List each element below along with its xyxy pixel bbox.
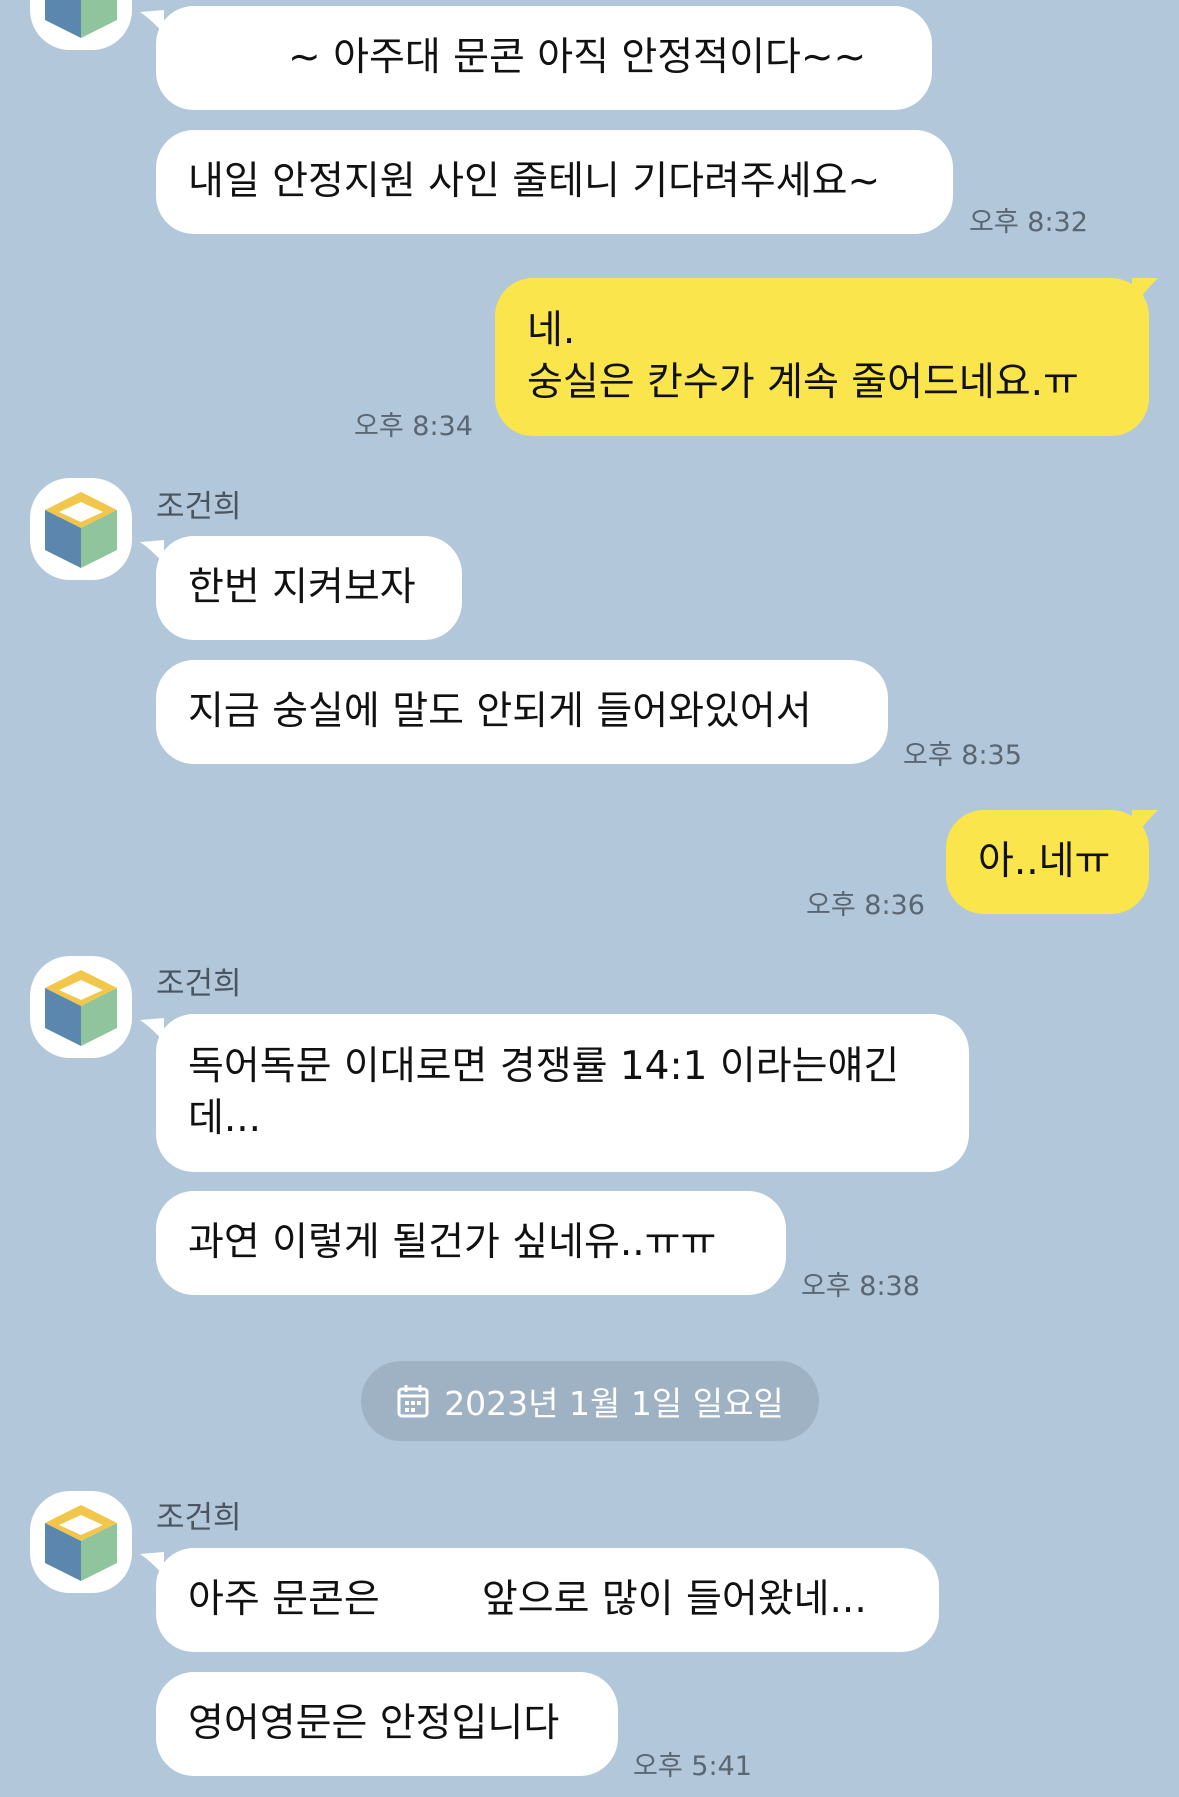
message-text: 데...	[188, 1096, 262, 1141]
cube-icon	[45, 492, 117, 568]
sender-avatar[interactable]	[30, 1491, 132, 1593]
bubble-tail	[1132, 810, 1158, 840]
redacted-area	[379, 1580, 482, 1620]
message-bubble[interactable]: ~ 아주대 문콘 아직 안정적이다~~	[156, 6, 932, 110]
message-text: 아..네ㅠ	[978, 839, 1111, 884]
message-text: 앞으로 많이 들어왔네...	[481, 1577, 867, 1622]
message-bubble[interactable]: 독어독문 이대로면 경쟁률 14:1 이라는얘긴 데...	[156, 1014, 969, 1172]
cube-icon	[45, 1505, 117, 1581]
message-bubble[interactable]: 아..네ㅠ	[946, 810, 1149, 914]
message-text: 아주 문콘은	[188, 1577, 380, 1622]
message-bubble[interactable]: 네. 숭실은 칸수가 계속 줄어드네요.ㅠ	[495, 278, 1149, 436]
bubble-tail	[1132, 278, 1158, 308]
message-time: 오후 8:34	[354, 411, 473, 442]
cube-icon	[45, 970, 117, 1046]
date-divider: 2023년 1월 1일 일요일	[361, 1361, 819, 1441]
sender-avatar[interactable]	[30, 0, 132, 50]
sender-avatar[interactable]	[30, 478, 132, 580]
message-time: 오후 8:38	[801, 1271, 920, 1302]
message-text: 영어영문은 안정입니다	[188, 1701, 560, 1746]
message-time: 오후 5:41	[633, 1751, 752, 1782]
redacted-area	[188, 38, 288, 78]
message-text: 네.	[527, 308, 576, 353]
message-time: 오후 8:36	[806, 890, 925, 921]
message-text: 내일 안정지원 사인 줄테니 기다려주세요~	[188, 159, 881, 204]
message-bubble[interactable]: 영어영문은 안정입니다	[156, 1672, 618, 1776]
sender-name: 조건희	[156, 966, 242, 1002]
sender-name: 조건희	[156, 1500, 242, 1536]
message-bubble[interactable]: 지금 숭실에 말도 안되게 들어와있어서	[156, 660, 888, 764]
message-time: 오후 8:32	[969, 207, 1088, 238]
calendar-icon	[397, 1385, 429, 1418]
message-bubble[interactable]: 아주 문콘은 앞으로 많이 들어왔네...	[156, 1548, 939, 1652]
message-bubble[interactable]: 내일 안정지원 사인 줄테니 기다려주세요~	[156, 130, 953, 234]
message-bubble[interactable]: 과연 이렇게 될건가 싶네유..ㅠㅠ	[156, 1191, 786, 1295]
date-label: 2023년 1월 1일 일요일	[444, 1384, 784, 1423]
sender-name: 조건희	[156, 489, 242, 525]
cube-icon	[45, 0, 117, 38]
message-text: 독어독문 이대로면 경쟁률 14:1 이라는얘긴	[188, 1044, 900, 1089]
message-text: 숭실은 칸수가 계속 줄어드네요.ㅠ	[527, 360, 1079, 405]
message-text: 지금 숭실에 말도 안되게 들어와있어서	[188, 689, 812, 734]
message-text: ~ 아주대 문콘 아직 안정적이다~~	[288, 35, 867, 80]
message-text: 한번 지켜보자	[188, 565, 416, 610]
message-text: 과연 이렇게 될건가 싶네유..ㅠㅠ	[188, 1220, 717, 1265]
message-bubble[interactable]: 한번 지켜보자	[156, 536, 462, 640]
sender-avatar[interactable]	[30, 956, 132, 1058]
message-time: 오후 8:35	[903, 740, 1022, 771]
